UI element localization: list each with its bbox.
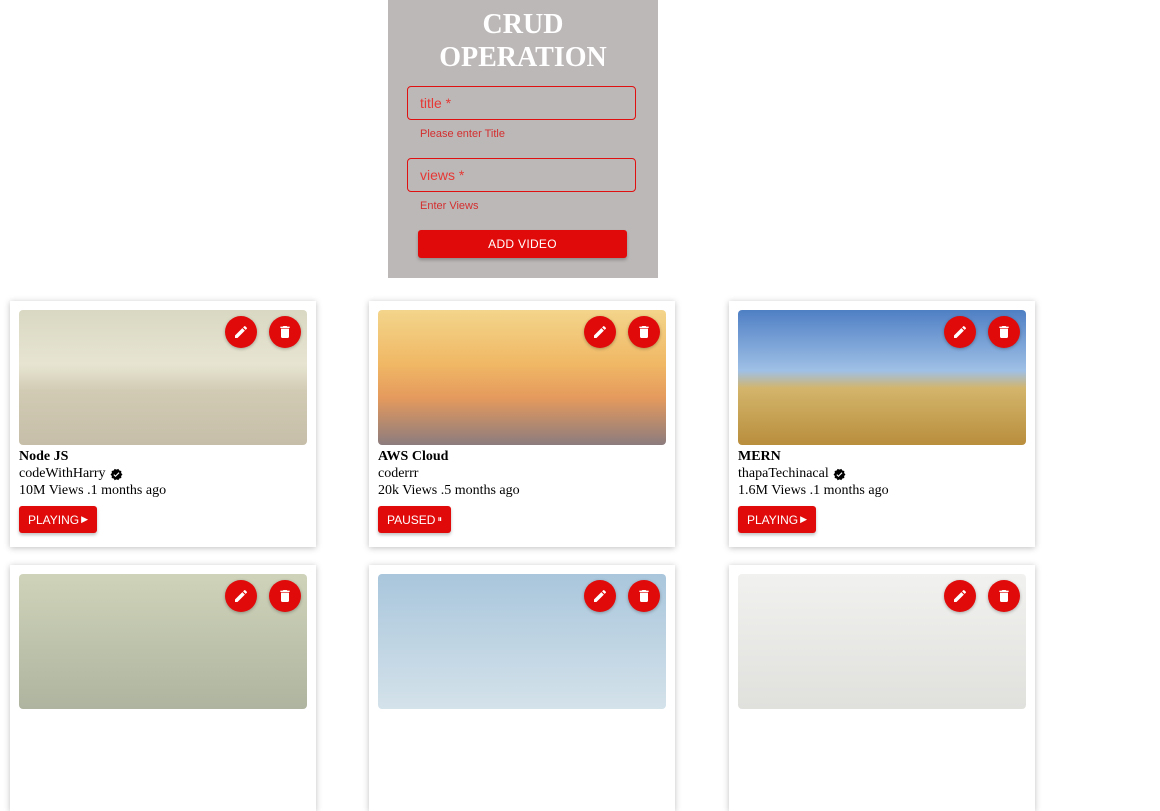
form-title: CRUD OPERATION: [388, 8, 658, 74]
channel-label: thapaTechinacal: [738, 466, 829, 481]
delete-button[interactable]: [628, 316, 660, 348]
upload-time: .5 months ago: [440, 483, 520, 498]
delete-button[interactable]: [269, 316, 301, 348]
video-meta: 10M Views .1 months ago: [19, 483, 166, 499]
status-label: PLAYING: [28, 512, 80, 527]
edit-button[interactable]: [225, 580, 257, 612]
status-label: PLAYING: [747, 512, 799, 527]
edit-button[interactable]: [944, 580, 976, 612]
edit-button[interactable]: [584, 580, 616, 612]
video-card: Node JS codeWithHarry 10M Views .1 month…: [10, 301, 316, 547]
trash-icon: [999, 590, 1009, 602]
video-card: [10, 565, 316, 811]
channel-name: thapaTechinacal: [738, 466, 846, 482]
title-field: [407, 86, 636, 120]
delete-button[interactable]: [988, 316, 1020, 348]
upload-time: .1 months ago: [809, 483, 889, 498]
play-icon: ▶: [81, 514, 89, 524]
verified-icon: [833, 468, 846, 480]
video-card: MERN thapaTechinacal 1.6M Views .1 month…: [729, 301, 1035, 547]
verified-icon: [110, 468, 122, 480]
pencil-icon: [954, 325, 967, 338]
video-title: Node JS: [19, 449, 69, 464]
status-label: PAUSED: [387, 512, 436, 527]
video-card: [729, 565, 1035, 811]
form-title-line1: CRUD: [482, 9, 564, 40]
trash-icon: [280, 326, 290, 338]
view-count: 1.6M Views: [738, 483, 807, 498]
trash-icon: [280, 590, 290, 602]
pencil-icon: [594, 325, 607, 338]
video-title: AWS Cloud: [378, 449, 449, 464]
views-helper-text: Enter Views: [420, 200, 479, 212]
video-thumbnail[interactable]: [738, 574, 1026, 709]
edit-button[interactable]: [944, 316, 976, 348]
pause-icon: ⏸: [437, 514, 442, 524]
trash-icon: [639, 326, 649, 338]
status-button[interactable]: PLAYING ▶: [738, 506, 817, 533]
video-thumbnail[interactable]: [19, 310, 307, 445]
upload-time: .1 months ago: [87, 483, 167, 498]
delete-button[interactable]: [269, 580, 301, 612]
video-thumbnail[interactable]: [378, 574, 666, 709]
video-card: AWS Cloud coderrr 20k Views .5 months ag…: [369, 301, 675, 547]
video-thumbnail[interactable]: [738, 310, 1026, 445]
video-thumbnail[interactable]: [378, 310, 666, 445]
status-button[interactable]: PAUSED ⏸: [378, 506, 451, 533]
title-input[interactable]: [408, 87, 635, 119]
edit-button[interactable]: [225, 316, 257, 348]
video-meta: 1.6M Views .1 months ago: [738, 483, 889, 499]
channel-name: codeWithHarry: [19, 466, 123, 482]
play-icon: ▶: [800, 514, 808, 524]
channel-label: coderrr: [378, 466, 419, 481]
view-count: 10M Views: [19, 483, 84, 498]
views-input[interactable]: [408, 159, 635, 191]
video-card: [369, 565, 675, 811]
pencil-icon: [594, 589, 607, 602]
add-video-button[interactable]: ADD VIDEO: [418, 230, 627, 258]
view-count: 20k Views: [378, 483, 438, 498]
channel-label: codeWithHarry: [19, 466, 106, 481]
status-button[interactable]: PLAYING ▶: [19, 506, 98, 533]
delete-button[interactable]: [628, 580, 660, 612]
trash-icon: [999, 326, 1009, 338]
add-video-form: CRUD OPERATION Please enter Title Enter …: [388, 0, 658, 278]
delete-button[interactable]: [988, 580, 1020, 612]
title-helper-text: Please enter Title: [420, 128, 505, 140]
pencil-icon: [235, 589, 248, 602]
views-field: [407, 158, 636, 192]
edit-button[interactable]: [584, 316, 616, 348]
form-title-line2: OPERATION: [439, 42, 607, 73]
pencil-icon: [954, 589, 967, 602]
trash-icon: [639, 590, 649, 602]
video-title: MERN: [738, 449, 781, 464]
video-thumbnail[interactable]: [19, 574, 307, 709]
channel-name: coderrr: [378, 466, 418, 482]
video-meta: 20k Views .5 months ago: [378, 483, 520, 499]
pencil-icon: [235, 325, 248, 338]
